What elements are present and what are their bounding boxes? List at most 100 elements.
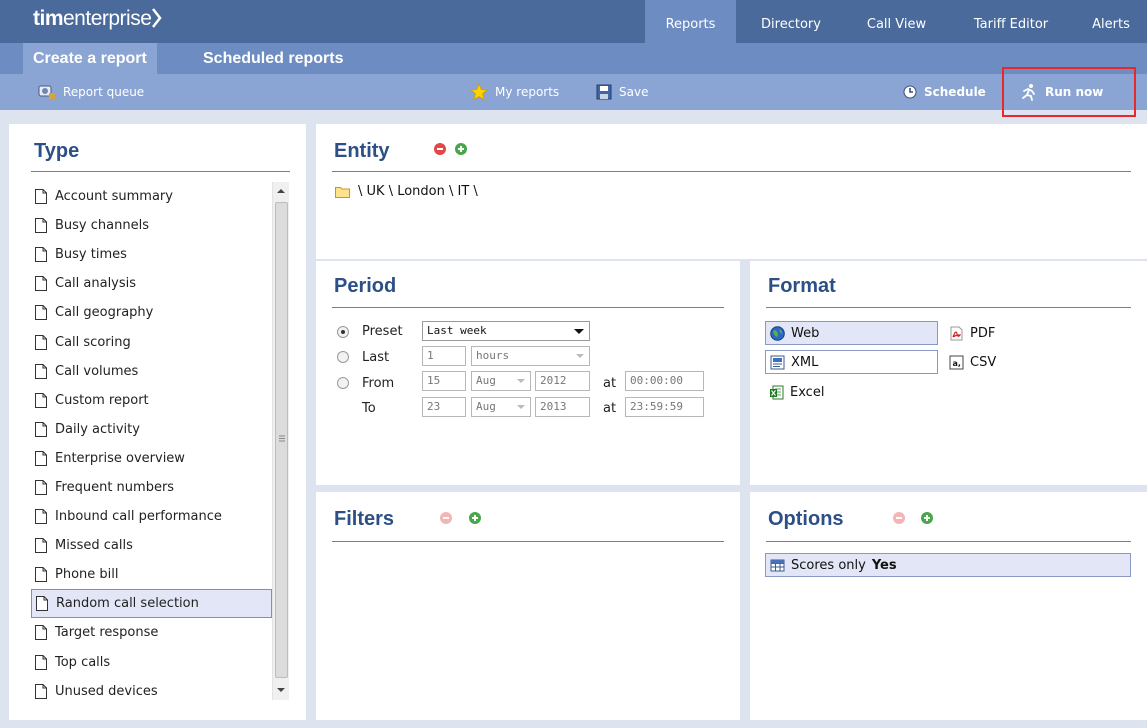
report-type-label: Missed calls bbox=[55, 538, 133, 554]
report-type-item[interactable]: Call scoring bbox=[31, 327, 272, 356]
preset-label: Preset bbox=[362, 324, 403, 339]
nav-tab-call-view[interactable]: Call View bbox=[846, 0, 947, 43]
remove-filter-icon[interactable] bbox=[440, 512, 452, 524]
report-type-label: Busy times bbox=[55, 247, 127, 263]
report-type-item[interactable]: Missed calls bbox=[31, 531, 272, 560]
document-icon bbox=[35, 625, 47, 641]
filters-title: Filters bbox=[334, 508, 395, 530]
scroll-thumb[interactable] bbox=[275, 202, 288, 678]
add-option-icon[interactable] bbox=[921, 512, 933, 524]
from-time-input[interactable]: 00:00:00 bbox=[625, 371, 704, 391]
add-entity-icon[interactable] bbox=[455, 143, 467, 155]
nav-tab-reports[interactable]: Reports bbox=[645, 0, 736, 43]
to-time-input[interactable]: 23:59:59 bbox=[625, 397, 704, 417]
remove-entity-icon[interactable] bbox=[434, 143, 446, 155]
document-icon bbox=[35, 392, 47, 408]
type-divider bbox=[31, 171, 290, 172]
scroll-down-icon[interactable] bbox=[277, 687, 285, 693]
tab-create-report[interactable]: Create a report bbox=[23, 43, 157, 74]
schedule-button[interactable]: Schedule bbox=[903, 74, 986, 110]
report-type-item[interactable]: Busy channels bbox=[31, 211, 272, 240]
to-day-input[interactable]: 23 bbox=[422, 397, 466, 417]
report-type-item[interactable]: Account summary bbox=[31, 182, 272, 211]
nav-tab-directory[interactable]: Directory bbox=[736, 0, 846, 43]
document-icon bbox=[35, 276, 47, 292]
format-title: Format bbox=[768, 275, 836, 297]
entity-path[interactable]: \ UK \ London \ IT \ bbox=[335, 184, 478, 199]
preset-select[interactable]: Last week bbox=[422, 321, 590, 341]
radio-last[interactable] bbox=[337, 351, 349, 363]
from-day-input[interactable]: 15 bbox=[422, 371, 466, 391]
report-type-label: Phone bill bbox=[55, 567, 119, 583]
tab-scheduled-reports[interactable]: Scheduled reports bbox=[203, 43, 343, 74]
entity-divider bbox=[332, 171, 1131, 172]
from-label: From bbox=[362, 376, 395, 391]
document-icon bbox=[35, 421, 47, 437]
pdf-icon bbox=[950, 326, 963, 340]
csv-icon: a, bbox=[949, 355, 964, 369]
nav-tab-tariff-editor[interactable]: Tariff Editor bbox=[947, 0, 1075, 43]
document-icon bbox=[35, 334, 47, 350]
report-queue-button[interactable]: Report queue bbox=[38, 74, 144, 110]
document-icon bbox=[35, 509, 47, 525]
folder-icon bbox=[335, 186, 350, 198]
report-type-item[interactable]: Call analysis bbox=[31, 269, 272, 298]
report-type-item[interactable]: Inbound call performance bbox=[31, 502, 272, 531]
from-at-label: at bbox=[603, 376, 617, 391]
last-unit-select[interactable]: hours bbox=[471, 346, 590, 366]
table-icon bbox=[770, 559, 785, 571]
logo-arrow-icon bbox=[152, 8, 162, 28]
add-filter-icon[interactable] bbox=[469, 512, 481, 524]
scroll-up-icon[interactable] bbox=[277, 188, 285, 194]
my-reports-label: My reports bbox=[495, 85, 560, 99]
entity-path-text: \ UK \ London \ IT \ bbox=[358, 184, 478, 199]
radio-preset[interactable] bbox=[337, 326, 349, 338]
save-button[interactable]: Save bbox=[596, 74, 648, 110]
report-type-item[interactable]: Call geography bbox=[31, 298, 272, 327]
my-reports-button[interactable]: My reports bbox=[470, 74, 559, 110]
option-scores-only[interactable]: Scores only Yes bbox=[765, 553, 1131, 577]
format-xml[interactable]: XML bbox=[765, 350, 938, 374]
report-type-item[interactable]: Daily activity bbox=[31, 415, 272, 444]
report-type-item[interactable]: Top calls bbox=[31, 648, 272, 677]
report-type-label: Call analysis bbox=[55, 276, 137, 292]
from-month-select[interactable]: Aug bbox=[471, 371, 531, 391]
from-year-input[interactable]: 2012 bbox=[535, 371, 590, 391]
report-type-item[interactable]: Phone bill bbox=[31, 560, 272, 589]
main-nav: Reports Directory Call View Tariff Edito… bbox=[645, 0, 1147, 43]
type-title: Type bbox=[34, 140, 80, 162]
report-type-label: Busy channels bbox=[55, 218, 149, 234]
report-type-item[interactable]: Busy times bbox=[31, 240, 272, 269]
option-scores-label: Scores only bbox=[791, 557, 866, 573]
app-logo[interactable]: timenterprise bbox=[33, 7, 162, 31]
sub-nav: Create a report Scheduled reports bbox=[0, 43, 1147, 74]
remove-option-icon[interactable] bbox=[893, 512, 905, 524]
report-type-label: Frequent numbers bbox=[55, 479, 175, 495]
to-month-select[interactable]: Aug bbox=[471, 397, 531, 417]
format-csv[interactable]: a, CSV bbox=[945, 350, 996, 374]
format-divider bbox=[766, 307, 1131, 308]
document-icon bbox=[35, 479, 47, 495]
report-type-list: Account summary Busy channels Busy times Ca… bbox=[31, 182, 272, 706]
svg-text:a,: a, bbox=[953, 359, 961, 368]
report-type-item[interactable]: Target response bbox=[31, 618, 272, 647]
report-type-item[interactable]: Unused devices bbox=[31, 677, 272, 706]
report-type-item[interactable]: Custom report bbox=[31, 386, 272, 415]
format-web[interactable]: Web bbox=[765, 321, 938, 345]
type-list-scrollbar[interactable] bbox=[272, 182, 289, 700]
radio-from[interactable] bbox=[337, 377, 349, 389]
report-type-label: Custom report bbox=[55, 392, 149, 408]
nav-tab-alerts[interactable]: Alerts bbox=[1075, 0, 1147, 43]
document-icon bbox=[35, 450, 47, 466]
report-type-item[interactable]: Frequent numbers bbox=[31, 473, 272, 502]
globe-icon bbox=[770, 325, 785, 341]
document-icon bbox=[36, 596, 48, 612]
format-pdf[interactable]: PDF bbox=[945, 321, 995, 345]
report-type-item[interactable]: Enterprise overview bbox=[31, 444, 272, 473]
document-icon bbox=[35, 567, 47, 583]
report-type-item[interactable]: Random call selection bbox=[31, 589, 272, 619]
last-count-input[interactable]: 1 bbox=[422, 346, 466, 366]
report-type-item[interactable]: Call volumes bbox=[31, 357, 272, 386]
format-excel[interactable]: Excel bbox=[765, 380, 824, 404]
to-year-input[interactable]: 2013 bbox=[535, 397, 590, 417]
